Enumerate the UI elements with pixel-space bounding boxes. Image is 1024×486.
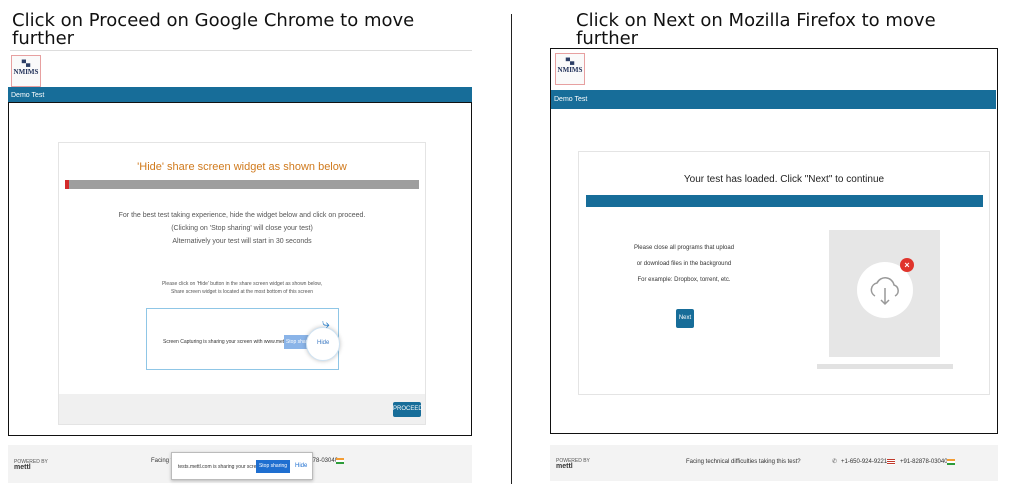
nmims-logo: ▀▄ NMIMS (11, 55, 41, 87)
instruction-line: For example: Dropbox, torrent, etc. (637, 277, 731, 283)
phone-us: +1-650-924-9221 (841, 459, 888, 465)
logo-text: NMIMS (557, 66, 583, 74)
instruction-line: or download files in the background (636, 261, 732, 267)
us-flag-icon (887, 459, 895, 465)
share-widget-example: Screen Capturing is sharing your screen … (146, 308, 340, 370)
demo-test-bar: Demo Test (8, 87, 472, 103)
mettl-brand: POWERED BY mettl (556, 458, 590, 470)
loaded-progress-bar (586, 195, 983, 207)
firefox-frame: ▀▄ NMIMS Demo Test Your test has loaded.… (550, 48, 998, 434)
instructions: For the best test taking experience, hid… (59, 209, 425, 248)
logo-mark-icon: ▀▄ (565, 59, 575, 65)
progress-fill (65, 180, 69, 189)
test-frame: 'Hide' share screen widget as shown belo… (8, 102, 472, 436)
instruction-line: Alternatively your test will start in 30… (172, 238, 312, 245)
small-instruction-line: Share screen widget is located at the mo… (170, 289, 314, 295)
instruction-line: For the best test taking experience, hid… (118, 212, 366, 219)
proceed-button[interactable]: PROCEED (393, 402, 423, 417)
demo-test-bar: Demo Test (551, 90, 996, 109)
widget-message: Screen Capturing is sharing your screen … (163, 339, 298, 345)
nmims-logo: ▀▄ NMIMS (555, 53, 585, 85)
phone-icon: ✆ (832, 459, 838, 465)
mettl-brand: POWERED BY mettl (14, 459, 48, 471)
overlay-text: tests.mettl.com is sharing your screen (178, 464, 262, 470)
brand-name: mettl (556, 463, 573, 470)
india-flag-icon (336, 458, 344, 464)
next-button[interactable]: Next (676, 309, 694, 328)
overlay-stop-sharing-button[interactable]: Stop sharing (256, 460, 290, 473)
share-screen-overlay: tests.mettl.com is sharing your screen S… (171, 452, 313, 480)
hide-widget-card: 'Hide' share screen widget as shown belo… (58, 142, 426, 425)
close-programs-instructions: Please close all programs that upload or… (609, 240, 759, 288)
card-footer (59, 394, 425, 424)
cloud-illustration-box: × (829, 230, 940, 357)
hide-arrow-icon: ⤷ (322, 315, 330, 331)
small-instruction-line: Please click on 'Hide' button in the sha… (161, 281, 323, 287)
demo-test-label: Demo Test (11, 92, 45, 99)
india-flag-icon (947, 459, 955, 465)
chrome-panel: Click on Proceed on Google Chrome to mov… (0, 0, 512, 486)
overlay-hide-button[interactable]: Hide (295, 463, 307, 469)
firefox-footer: POWERED BY mettl Facing technical diffic… (550, 445, 998, 481)
illustration-shadow (817, 364, 953, 369)
logo-text: NMIMS (13, 68, 39, 76)
instruction-line: Please close all programs that upload (633, 245, 735, 251)
logo-subtext (569, 74, 570, 79)
instruction-line: (Clicking on 'Stop sharing' will close y… (171, 225, 313, 232)
chrome-caption: Click on Proceed on Google Chrome to mov… (12, 10, 415, 49)
facing-text: Facing technical difficulties taking thi… (686, 459, 801, 465)
firefox-caption: Click on Next on Mozilla Firefox to move… (576, 10, 936, 49)
test-loaded-card: Your test has loaded. Click "Next" to co… (578, 151, 990, 395)
timer-progress-bar (65, 180, 419, 189)
card-title: 'Hide' share screen widget as shown belo… (137, 161, 347, 173)
small-instructions: Please click on 'Hide' button in the sha… (59, 280, 425, 296)
widget-hide-button[interactable]: Hide (317, 340, 329, 346)
phone-in: +91-82878-03040 (900, 459, 948, 465)
header-divider (10, 50, 472, 51)
demo-test-label: Demo Test (554, 96, 588, 103)
brand-name: mettl (14, 464, 31, 471)
firefox-panel: Click on Next on Mozilla Firefox to move… (512, 0, 1024, 486)
logo-mark-icon: ▀▄ (21, 61, 31, 67)
card-title: Your test has loaded. Click "Next" to co… (683, 174, 885, 185)
logo-subtext (25, 76, 26, 81)
close-badge-icon: × (900, 258, 914, 272)
